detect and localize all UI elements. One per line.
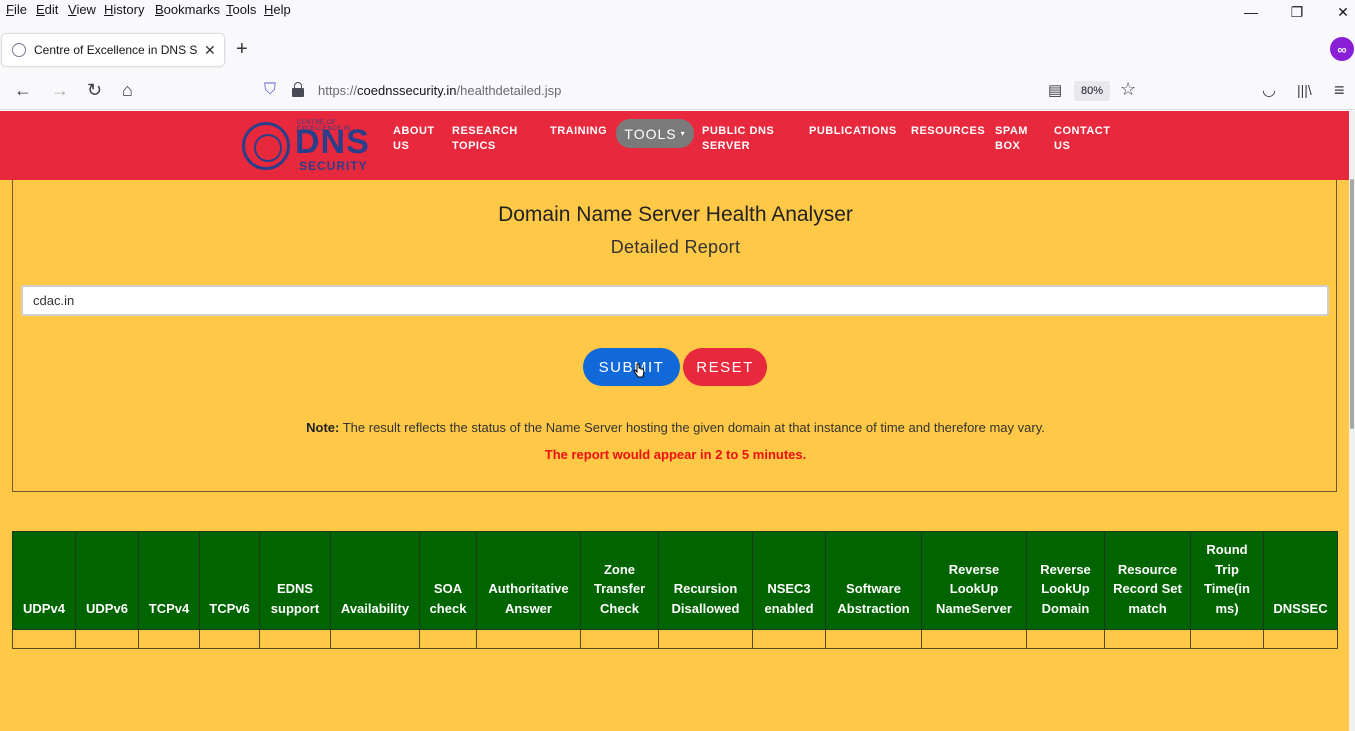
logo-emblem-icon (242, 122, 290, 170)
caret-down-icon: ▾ (680, 129, 686, 138)
table-cell (419, 629, 477, 649)
col-availability: Availability (330, 531, 420, 630)
table-cell (476, 629, 581, 649)
table-cell (330, 629, 420, 649)
nav-training[interactable]: TRAINING (550, 124, 607, 139)
col-udpv4: UDPv4 (12, 531, 76, 630)
table-header-row: UDPv4 UDPv6 TCPv4 TCPv6 EDNS support Ava… (12, 531, 1338, 630)
col-dnssec: DNSSEC (1263, 531, 1338, 630)
hand-cursor-icon (633, 363, 645, 378)
scrollbar-thumb[interactable] (1350, 179, 1354, 429)
home-icon[interactable]: ⌂ (122, 80, 133, 101)
menu-help[interactable]: Help (264, 2, 291, 17)
table-cell (12, 629, 76, 649)
note-text: Note: The result reflects the status of … (306, 420, 1045, 435)
col-zone-transfer-check: Zone Transfer Check (580, 531, 659, 630)
tab-close-icon[interactable]: ✕ (204, 42, 216, 59)
col-tcpv4: TCPv4 (138, 531, 200, 630)
reload-icon[interactable]: ↻ (87, 80, 102, 101)
table-cell (1263, 629, 1338, 649)
dns-security-logo[interactable]: CENTRE OF EXCELLENCE IN DNS SECURITY (242, 119, 377, 173)
col-reverse-lookup-domain: Reverse LookUp Domain (1026, 531, 1105, 630)
table-cell (1190, 629, 1264, 649)
reader-view-icon[interactable]: ▤ (1048, 81, 1062, 99)
back-icon[interactable]: ← (14, 80, 32, 101)
col-udpv6: UDPv6 (75, 531, 139, 630)
table-cell (825, 629, 922, 649)
nav-about-us[interactable]: ABOUT US (393, 124, 435, 154)
menu-bar: File Edit View History Bookmarks Tools H… (0, 0, 1355, 20)
globe-icon (12, 43, 26, 57)
hamburger-menu-icon[interactable]: ≡ (1334, 80, 1345, 101)
menu-tools[interactable]: Tools (226, 2, 256, 17)
nav-tools-dropdown[interactable]: TOOLS ▾ (616, 119, 694, 148)
table-cell (658, 629, 753, 649)
page-scrollbar[interactable] (1349, 111, 1355, 731)
table-cell (921, 629, 1027, 649)
lock-icon[interactable] (292, 82, 304, 97)
new-tab-icon[interactable]: + (236, 38, 248, 61)
table-cell (259, 629, 331, 649)
tab-title: Centre of Excellence in DNS Se (34, 43, 198, 57)
menu-history[interactable]: History (104, 2, 144, 17)
pocket-icon[interactable]: ◡ (1262, 80, 1276, 100)
nav-contact-us[interactable]: CONTACT US (1054, 124, 1110, 154)
col-edns-support: EDNS support (259, 531, 331, 630)
tab-active[interactable]: Centre of Excellence in DNS Se ✕ (2, 34, 224, 66)
table-cell (752, 629, 826, 649)
col-soa-check: SOA check (419, 531, 477, 630)
page-viewport: CENTRE OF EXCELLENCE IN DNS SECURITY ABO… (0, 111, 1349, 731)
table-cell (1026, 629, 1105, 649)
table-row (12, 629, 1338, 649)
url-bar[interactable]: ⛉ https://coednssecurity.in/healthdetail… (252, 76, 1144, 106)
page-subtitle: Detailed Report (610, 237, 741, 257)
col-recursion-disallowed: Recursion Disallowed (658, 531, 753, 630)
submit-button[interactable]: SUBMIT (583, 348, 680, 386)
col-tcpv6: TCPv6 (199, 531, 260, 630)
table-cell (75, 629, 139, 649)
menu-bookmarks[interactable]: Bookmarks (155, 2, 220, 17)
table-cell (1104, 629, 1191, 649)
menu-file[interactable]: File (6, 2, 27, 17)
forward-icon[interactable]: → (51, 80, 69, 101)
analyser-panel: Domain Name Server Health Analyser Detai… (12, 180, 1337, 492)
nav-spam-box[interactable]: SPAM BOX (995, 124, 1028, 154)
col-authoritative-answer: Authoritative Answer (476, 531, 581, 630)
zoom-level[interactable]: 80% (1074, 81, 1110, 101)
bookmark-star-icon[interactable]: ☆ (1120, 79, 1136, 100)
tracking-shield-icon[interactable]: ⛉ (264, 81, 276, 99)
col-round-trip-time: Round Trip Time(in ms) (1190, 531, 1264, 630)
col-reverse-lookup-nameserver: Reverse LookUp NameServer (921, 531, 1027, 630)
window-close-icon[interactable]: ✕ (1320, 0, 1355, 24)
nav-research-topics[interactable]: RESEARCH TOPICS (452, 124, 518, 154)
domain-input[interactable] (21, 285, 1329, 316)
nav-toolbar: ← → ↻ ⌂ ⛉ https://coednssecurity.in/heal… (0, 72, 1355, 110)
col-resource-record-set-match: Resource Record Set match (1104, 531, 1191, 630)
nav-publications[interactable]: PUBLICATIONS (809, 124, 897, 139)
tab-strip: Centre of Excellence in DNS Se ✕ + ∞ (0, 27, 1355, 69)
table-cell (580, 629, 659, 649)
health-results-table: UDPv4 UDPv6 TCPv4 TCPv6 EDNS support Ava… (12, 531, 1338, 649)
minimize-icon[interactable]: — (1228, 0, 1274, 24)
report-time-warning: The report would appear in 2 to 5 minute… (544, 447, 807, 462)
url-text[interactable]: https://coednssecurity.in/healthdetailed… (318, 83, 561, 98)
reset-button[interactable]: RESET (683, 348, 767, 386)
nav-public-dns-server[interactable]: PUBLIC DNS SERVER (702, 124, 774, 154)
col-nsec3-enabled: NSEC3 enabled (752, 531, 826, 630)
menu-edit[interactable]: Edit (36, 2, 58, 17)
restore-icon[interactable]: ❐ (1274, 0, 1320, 24)
col-software-abstraction: Software Abstraction (825, 531, 922, 630)
table-cell (138, 629, 200, 649)
library-icon[interactable]: |||\ (1297, 82, 1312, 98)
site-header: CENTRE OF EXCELLENCE IN DNS SECURITY ABO… (0, 111, 1349, 180)
nav-resources[interactable]: RESOURCES (911, 124, 985, 139)
table-cell (199, 629, 260, 649)
page-title: Domain Name Server Health Analyser (498, 203, 853, 226)
extension-icon[interactable]: ∞ (1330, 37, 1354, 61)
menu-view[interactable]: View (68, 2, 96, 17)
